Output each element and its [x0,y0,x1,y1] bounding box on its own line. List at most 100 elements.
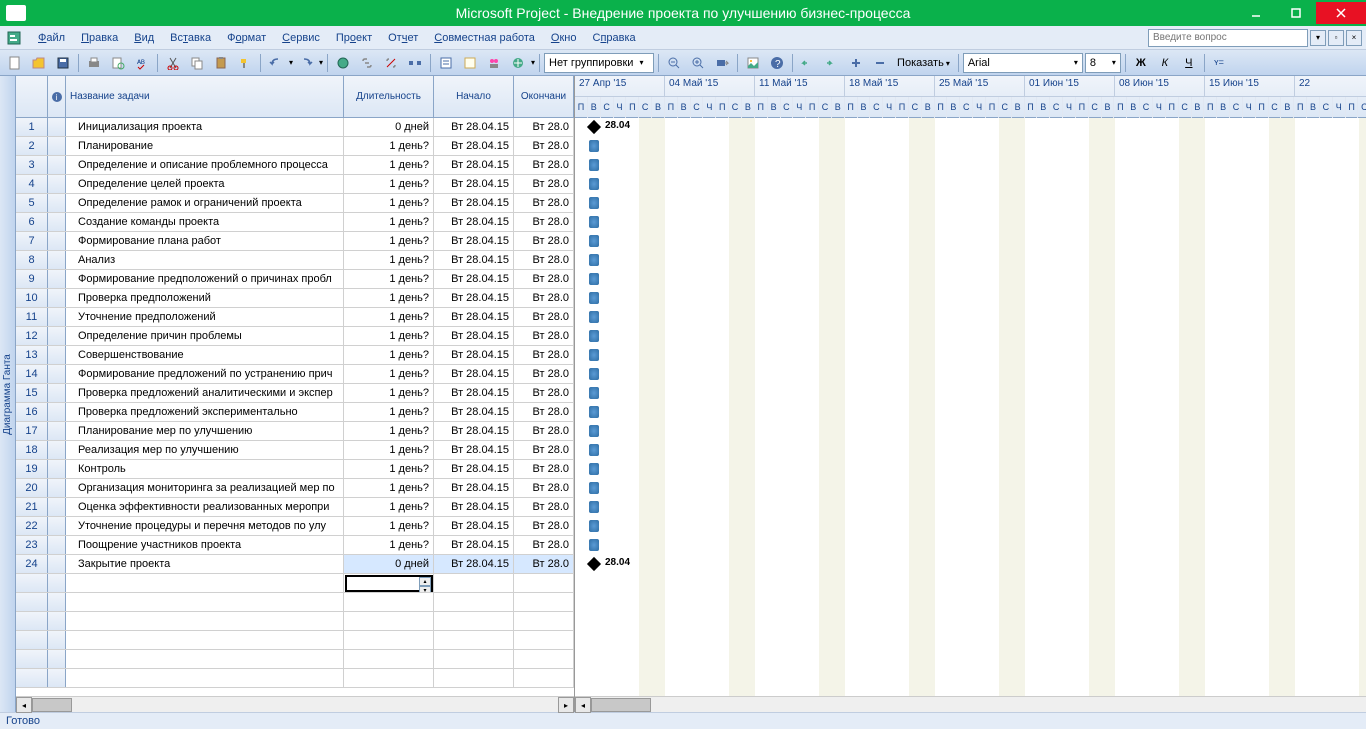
task-row[interactable]: 12Определение причин проблемы1 день?Вт 2… [16,327,574,346]
finish-cell[interactable]: Вт 28.0 [514,365,574,383]
task-notes-button[interactable] [459,52,481,74]
task-bar[interactable] [589,292,599,304]
task-row[interactable]: 8Анализ1 день?Вт 28.04.15Вт 28.0 [16,251,574,270]
start-cell[interactable]: Вт 28.04.15 [434,403,514,421]
cut-button[interactable] [162,52,184,74]
zoom-in-button[interactable] [687,52,709,74]
task-row[interactable]: 5Определение рамок и ограничений проекта… [16,194,574,213]
task-name-cell[interactable]: Формирование плана работ [66,232,344,250]
task-name-cell[interactable]: Планирование мер по улучшению [66,422,344,440]
start-cell[interactable]: Вт 28.04.15 [434,232,514,250]
format-painter-button[interactable] [234,52,256,74]
milestone-icon[interactable] [587,557,601,571]
row-info[interactable] [48,346,66,364]
task-bar[interactable] [589,482,599,494]
task-row[interactable]: 4Определение целей проекта1 день?Вт 28.0… [16,175,574,194]
task-bar[interactable] [589,178,599,190]
row-number[interactable]: 5 [16,194,48,212]
row-info[interactable] [48,156,66,174]
row-number[interactable]: 11 [16,308,48,326]
empty-row[interactable] [16,669,574,688]
start-cell[interactable]: Вт 28.04.15 [434,460,514,478]
duration-cell[interactable]: 1 день? [344,270,434,288]
row-number[interactable]: 3 [16,156,48,174]
duration-cell[interactable]: 1 день? [344,289,434,307]
task-bar[interactable] [589,444,599,456]
scroll-thumb[interactable] [32,698,72,712]
start-cell[interactable]: Вт 28.04.15 [434,251,514,269]
task-name-cell[interactable]: Реализация мер по улучшению [66,441,344,459]
task-row[interactable]: 10Проверка предположений1 день?Вт 28.04.… [16,289,574,308]
underline-button[interactable]: Ч [1178,52,1200,74]
grid-body[interactable]: 1Инициализация проекта0 днейВт 28.04.15В… [16,118,574,696]
row-info[interactable] [48,270,66,288]
task-bar[interactable] [589,539,599,551]
indent-button[interactable] [821,52,843,74]
row-info[interactable] [48,137,66,155]
start-cell[interactable]: Вт 28.04.15 [434,441,514,459]
insert-hyperlink-button[interactable] [332,52,354,74]
task-name-cell[interactable]: Планирование [66,137,344,155]
start-cell[interactable]: Вт 28.04.15 [434,194,514,212]
task-row[interactable]: 11Уточнение предположений1 день?Вт 28.04… [16,308,574,327]
font-size-combo[interactable]: 8▾ [1085,53,1121,73]
gantt-body[interactable]: 28.0428.04 [575,118,1366,696]
row-number[interactable]: 13 [16,346,48,364]
task-bar[interactable] [589,463,599,475]
finish-cell[interactable]: Вт 28.0 [514,213,574,231]
row-number[interactable]: 16 [16,403,48,421]
start-cell[interactable]: Вт 28.04.15 [434,384,514,402]
spin-up[interactable]: ▴ [419,577,431,586]
duration-cell[interactable]: 1 день? [344,194,434,212]
task-row[interactable]: 15 Проверка предложений аналитическими и … [16,384,574,403]
row-info[interactable] [48,536,66,554]
menu-формат[interactable]: Формат [219,29,274,47]
finish-cell[interactable]: Вт 28.0 [514,517,574,535]
scroll-left-button[interactable]: ◂ [16,697,32,713]
task-bar[interactable] [589,235,599,247]
row-number[interactable]: 15 [16,384,48,402]
task-name-cell[interactable]: Контроль [66,460,344,478]
task-name-cell[interactable]: Формирование предположений о причинах пр… [66,270,344,288]
finish-cell[interactable]: Вт 28.0 [514,555,574,573]
task-row[interactable]: 18Реализация мер по улучшению1 день?Вт 2… [16,441,574,460]
row-number[interactable]: 7 [16,232,48,250]
task-name-cell[interactable]: Анализ [66,251,344,269]
duration-cell[interactable]: 1 день? [344,536,434,554]
duration-cell[interactable]: 1 день? [344,137,434,155]
restore-window-button[interactable]: ▫ [1328,30,1344,46]
finish-cell[interactable]: Вт 28.0 [514,479,574,497]
undo-dropdown[interactable]: ▾ [289,58,293,67]
task-row[interactable]: 20Организация мониторинга за реализацией… [16,479,574,498]
task-row[interactable]: 24Закрытие проекта0 днейВт 28.04.15Вт 28… [16,555,574,574]
menu-отчет[interactable]: Отчет [380,29,426,47]
menu-вставка[interactable]: Вставка [162,29,219,47]
start-cell[interactable]: Вт 28.04.15 [434,213,514,231]
duration-cell[interactable]: 1 день? [344,498,434,516]
start-column-header[interactable]: Начало [434,76,514,117]
task-name-cell[interactable]: Проверка предложений аналитическими и эк… [66,384,344,402]
row-info[interactable] [48,327,66,345]
task-bar[interactable] [589,140,599,152]
finish-cell[interactable]: Вт 28.0 [514,137,574,155]
start-cell[interactable]: Вт 28.04.15 [434,517,514,535]
menu-справка[interactable]: Справка [585,29,644,47]
link-tasks-button[interactable] [356,52,378,74]
task-row[interactable]: 1Инициализация проекта0 днейВт 28.04.15В… [16,118,574,137]
menu-проект[interactable]: Проект [328,29,380,47]
italic-button[interactable]: К [1154,52,1176,74]
row-number[interactable]: 2 [16,137,48,155]
task-name-cell[interactable]: Формирование предложений по устранению п… [66,365,344,383]
paste-button[interactable] [210,52,232,74]
duration-cell[interactable]: 0 дней [344,555,434,573]
start-cell[interactable]: Вт 28.04.15 [434,137,514,155]
task-name-cell[interactable]: Уточнение предположений [66,308,344,326]
row-number[interactable]: 23 [16,536,48,554]
start-cell[interactable]: Вт 28.04.15 [434,156,514,174]
duration-cell[interactable]: 1 день? [344,156,434,174]
finish-cell[interactable]: Вт 28.0 [514,384,574,402]
duration-cell[interactable]: 1 день? [344,308,434,326]
empty-row[interactable]: ▴▾ [16,574,574,593]
empty-row[interactable] [16,593,574,612]
help-search-input[interactable] [1148,29,1308,47]
